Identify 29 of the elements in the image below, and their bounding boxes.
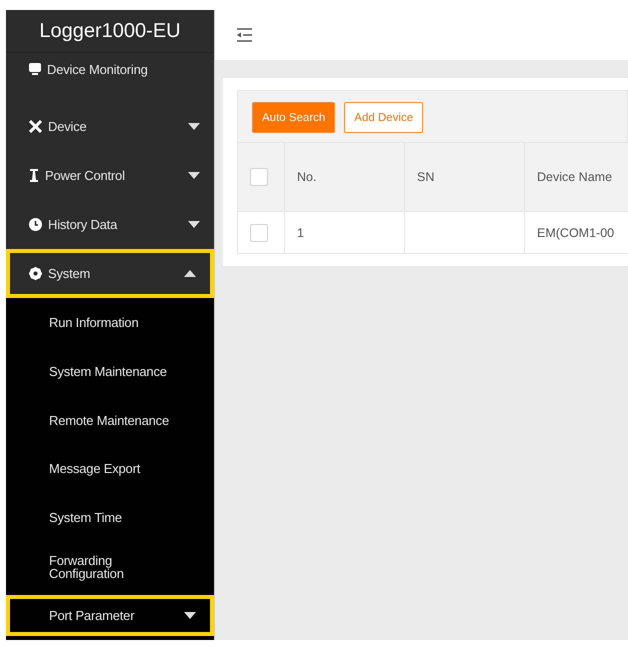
menu-item[interactable]: Device — [6, 102, 214, 151]
column-header: Device Name — [525, 143, 628, 211]
caret-icon — [188, 172, 200, 179]
submenu-item[interactable]: Port Parameter — [6, 595, 214, 636]
clock-icon — [29, 218, 42, 231]
table-cell: 1 — [285, 211, 405, 253]
menu-item[interactable]: Device Monitoring — [6, 53, 214, 102]
caret-icon — [188, 123, 200, 130]
cross-icon — [29, 120, 42, 133]
settings-icon — [29, 267, 42, 280]
menu-item[interactable]: Power Control — [6, 151, 214, 200]
column-header: No. — [285, 143, 405, 211]
submenu-item[interactable]: Remote Maintenance — [6, 396, 214, 445]
caret-icon — [184, 270, 196, 277]
checkbox[interactable] — [250, 224, 268, 242]
menu-item[interactable]: History Data — [6, 200, 214, 249]
caret-icon — [188, 221, 200, 228]
submenu-item[interactable]: Run Information — [6, 298, 214, 347]
checkbox[interactable] — [250, 168, 268, 186]
column-header: SN — [405, 143, 525, 211]
submenu-item[interactable]: Forwarding Configuration — [6, 542, 214, 592]
monitor-icon — [29, 63, 41, 75]
caret-icon — [184, 612, 196, 620]
tower-icon — [29, 169, 39, 182]
submenu-item[interactable]: Message Export — [6, 444, 214, 494]
submenu-item[interactable]: System Time — [6, 493, 214, 542]
menu-item[interactable]: System — [6, 249, 214, 298]
submenu-item[interactable]: System Maintenance — [6, 346, 214, 396]
menu-icon[interactable] — [237, 28, 252, 42]
